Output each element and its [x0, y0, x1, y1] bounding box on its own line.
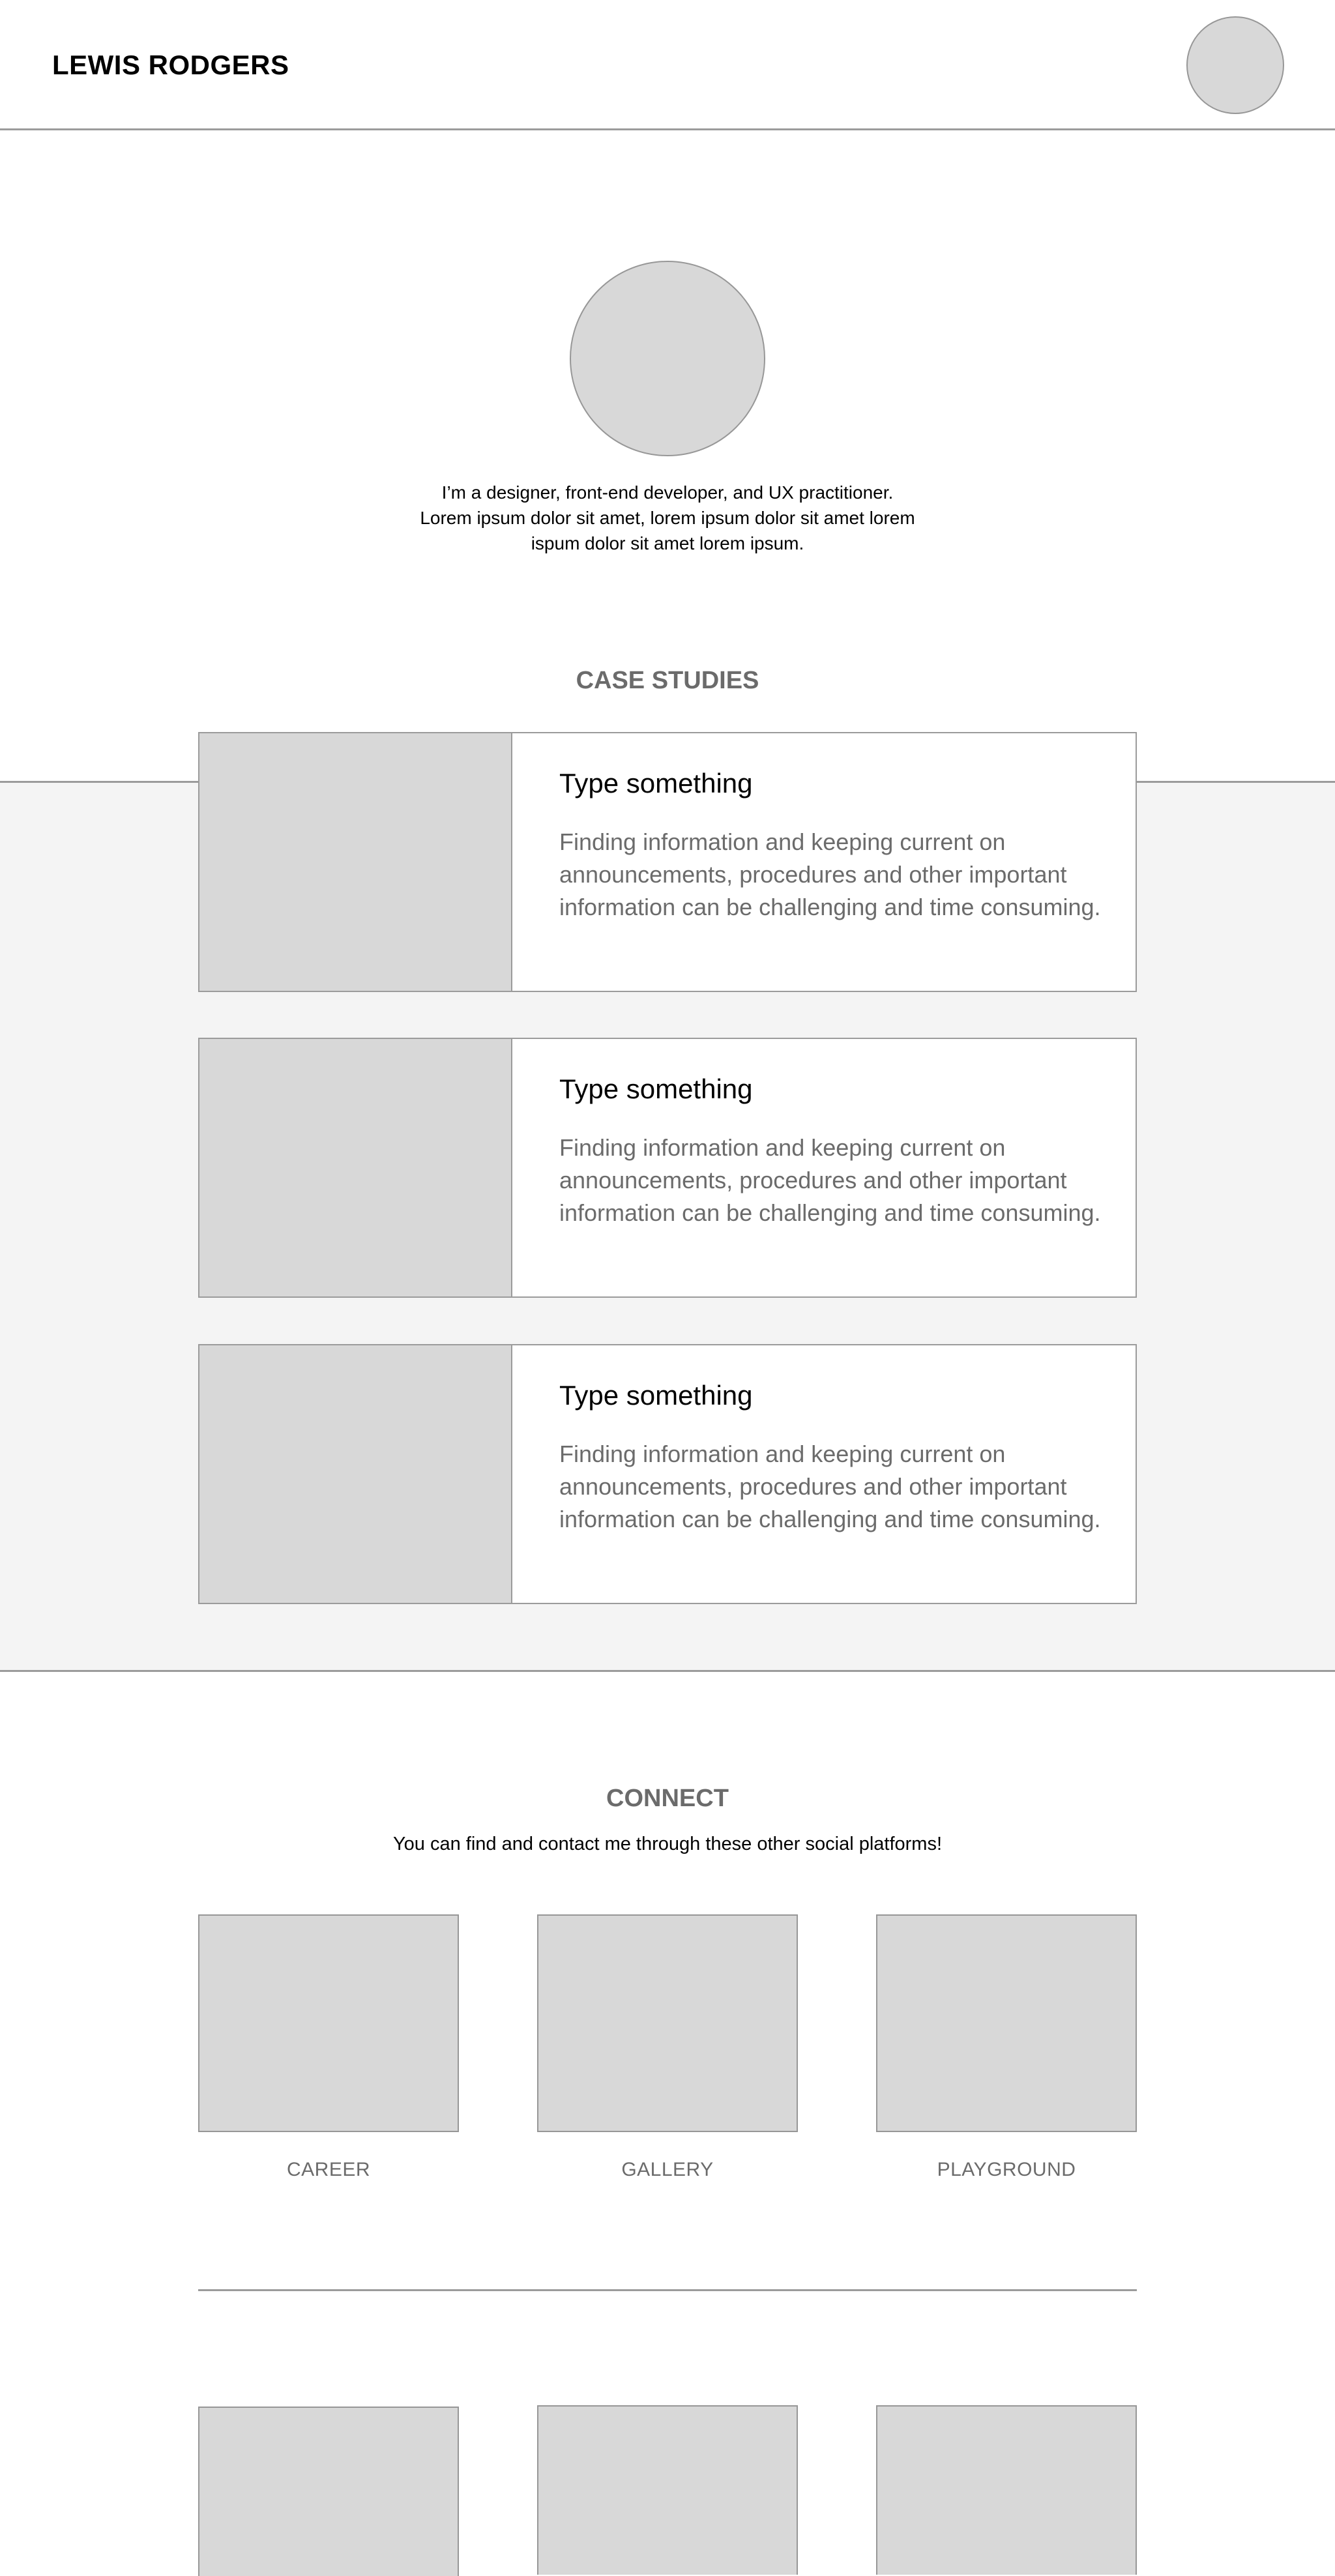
case-studies-heading: CASE STUDIES — [576, 667, 759, 694]
case-study-card[interactable]: Type something Finding information and k… — [198, 1038, 1137, 1298]
profile-avatar — [570, 261, 765, 456]
career-tile[interactable] — [198, 1914, 459, 2132]
site-header: LEWIS RODGERS — [0, 0, 1335, 130]
section-divider — [198, 2289, 1137, 2291]
brand-logo[interactable]: LEWIS RODGERS — [52, 49, 289, 81]
case-study-description: Finding information and keeping current … — [559, 1134, 1101, 1226]
case-study-description: Finding information and keeping current … — [559, 828, 1101, 920]
intro-line: ispum dolor sit amet lorem ipsum. — [531, 533, 804, 553]
intro-line: I’m a designer, front-end developer, and… — [441, 482, 894, 503]
career-label[interactable]: CAREER — [198, 2158, 459, 2182]
playground-label[interactable]: PLAYGROUND — [876, 2158, 1137, 2182]
case-study-card[interactable]: Type something Finding information and k… — [198, 732, 1137, 992]
gallery-label[interactable]: GALLERY — [537, 2158, 798, 2182]
connect-heading: CONNECT — [606, 1785, 729, 1812]
placeholder-tile[interactable] — [537, 2405, 798, 2575]
header-avatar[interactable] — [1186, 16, 1284, 114]
case-study-thumbnail — [199, 1039, 512, 1296]
case-study-card[interactable]: Type something Finding information and k… — [198, 1344, 1137, 1604]
case-study-description: Finding information and keeping current … — [559, 1441, 1101, 1532]
playground-tile[interactable] — [876, 1914, 1137, 2132]
intro-line: Lorem ipsum dolor sit amet, lorem ipsum … — [420, 508, 915, 528]
case-study-thumbnail — [199, 1345, 512, 1603]
intro-text: I’m a designer, front-end developer, and… — [374, 480, 961, 556]
gallery-tile[interactable] — [537, 1914, 798, 2132]
connect-subtitle: You can find and contact me through thes… — [392, 1834, 943, 1854]
case-study-thumbnail — [199, 733, 512, 991]
placeholder-tile[interactable] — [876, 2405, 1137, 2575]
placeholder-tile[interactable] — [198, 2407, 459, 2576]
case-study-title: Type something — [559, 768, 753, 798]
case-study-title: Type something — [559, 1074, 753, 1104]
case-study-title: Type something — [559, 1380, 753, 1411]
